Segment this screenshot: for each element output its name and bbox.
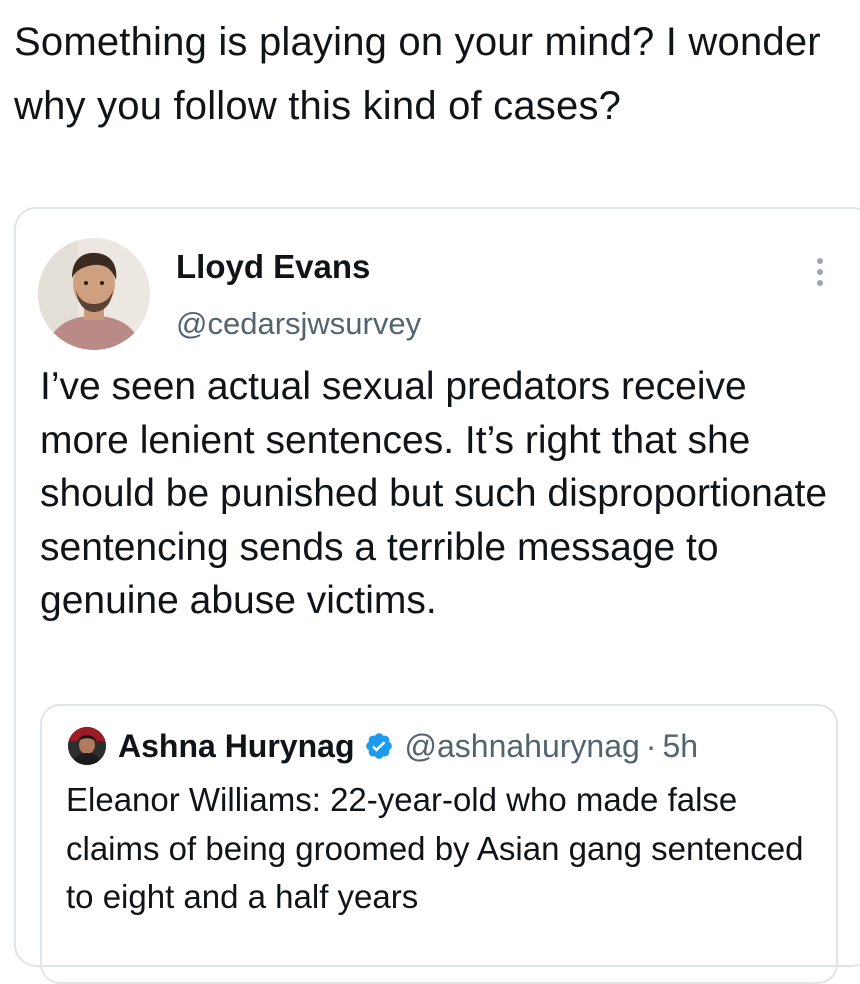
nested-quote-text: Eleanor Williams: 22-year-old who made f… (66, 781, 804, 915)
author-name[interactable]: Lloyd Evans (176, 248, 370, 286)
verified-badge-icon (366, 733, 393, 759)
more-vertical-icon[interactable] (805, 250, 835, 294)
nested-author-name[interactable]: Ashna Hurynag (118, 728, 354, 765)
author-avatar-image (38, 238, 150, 350)
author-avatar[interactable] (38, 238, 150, 350)
author-handle[interactable]: @cedarsjwsurvey (176, 306, 421, 342)
nested-quote-header: Ashna Hurynag @ashnahurynag · 5h (118, 724, 698, 768)
dot-separator: · (645, 727, 657, 764)
nested-avatar-image (68, 727, 106, 765)
tweet-text: Something is playing on your mind? I won… (14, 20, 821, 128)
nested-author-handle[interactable]: @ashnahurynag (404, 728, 639, 765)
quoted-tweet-text: I’ve seen actual sexual predators receiv… (40, 365, 828, 622)
nested-author-avatar[interactable] (68, 727, 106, 765)
nested-timestamp[interactable]: 5h (662, 728, 698, 765)
